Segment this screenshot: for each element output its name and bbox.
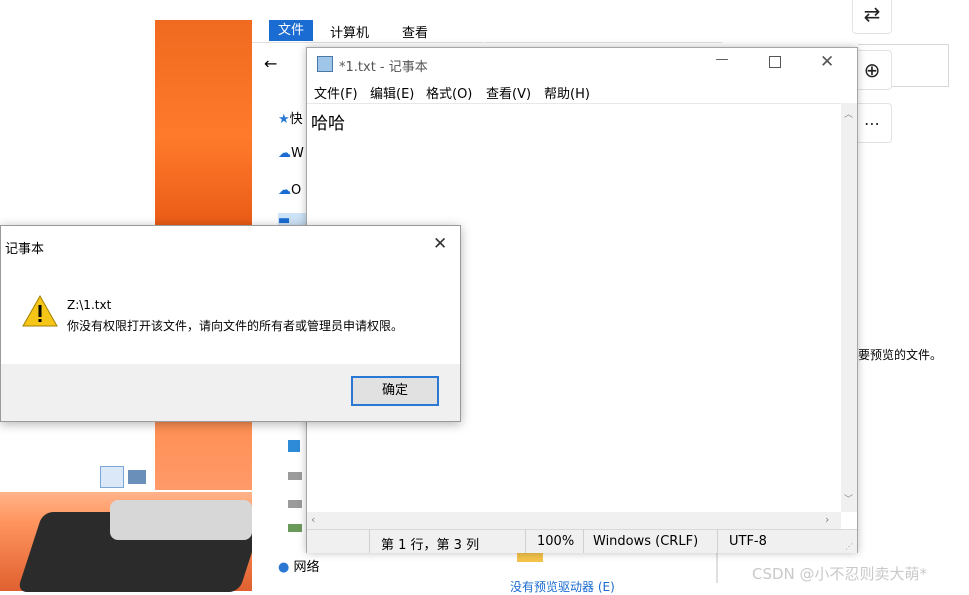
large-icons-view-icon[interactable] bbox=[128, 470, 146, 484]
drive-icon bbox=[288, 500, 302, 508]
dialog-close-button[interactable]: ✕ bbox=[433, 234, 447, 254]
close-button[interactable]: ✕ bbox=[820, 52, 834, 72]
scroll-left-icon[interactable]: ‹ bbox=[311, 513, 315, 526]
search-box-top bbox=[858, 44, 948, 45]
line-ending: Windows (CRLF) bbox=[593, 534, 699, 549]
encoding: UTF-8 bbox=[729, 534, 767, 549]
watermark: CSDN @小不忍则卖大萌* bbox=[752, 565, 928, 583]
dialog-title: 记事本 bbox=[5, 242, 45, 257]
zoom-level: 100% bbox=[537, 534, 575, 549]
menu-edit[interactable]: 编辑(E) bbox=[370, 83, 414, 102]
cursor-position: 第 1 行，第 3 列 bbox=[381, 538, 480, 553]
star-icon: ★ bbox=[278, 112, 290, 127]
zoom-in-icon[interactable]: ⊕ bbox=[852, 50, 892, 90]
drive-icon bbox=[288, 472, 302, 480]
horizontal-scrollbar[interactable]: ‹ › bbox=[307, 512, 841, 529]
drive-icon bbox=[288, 524, 302, 532]
status-divider bbox=[369, 529, 370, 553]
minimize-button[interactable]: — bbox=[712, 52, 732, 72]
details-view-icon[interactable] bbox=[100, 466, 124, 488]
status-divider bbox=[525, 529, 526, 553]
resize-grip-icon[interactable]: ⋰ bbox=[845, 542, 853, 551]
menu-bar: 文件(F) 编辑(E) 格式(O) 查看(V) 帮助(H) bbox=[307, 80, 857, 102]
scroll-right-icon[interactable]: › bbox=[825, 513, 829, 526]
vertical-scrollbar[interactable]: ︿ ﹀ bbox=[841, 103, 857, 512]
nav-item-network[interactable]: ● 网络 bbox=[278, 556, 320, 575]
status-divider bbox=[717, 529, 718, 553]
permission-error-dialog: 记事本 ✕ Z:\1.txt 你没有权限打开该文件，请向文件的所有者或管理员申请… bbox=[0, 225, 461, 422]
more-icon[interactable]: ⋯ bbox=[852, 103, 892, 143]
drive-label[interactable]: 没有预览驱动器 (E) bbox=[510, 578, 615, 595]
wallpaper-keyboard bbox=[110, 500, 252, 540]
maximize-button[interactable] bbox=[769, 56, 781, 68]
scroll-down-icon[interactable]: ﹀ bbox=[844, 492, 853, 505]
menu-view[interactable]: 查看(V) bbox=[486, 83, 531, 102]
windows-drive-icon bbox=[288, 440, 300, 452]
menu-file[interactable]: 文件(F) bbox=[314, 83, 358, 102]
network-icon: ● bbox=[278, 560, 290, 575]
pane-divider bbox=[716, 553, 718, 583]
scroll-up-icon[interactable]: ︿ bbox=[844, 107, 853, 120]
menu-help[interactable]: 帮助(H) bbox=[544, 83, 590, 102]
status-divider bbox=[583, 529, 584, 553]
preview-hint: 要预览的文件。 bbox=[858, 348, 943, 362]
ribbon-tab-view[interactable]: 查看 bbox=[402, 22, 428, 41]
warning-icon bbox=[22, 294, 58, 328]
dialog-message: 你没有权限打开该文件，请向文件的所有者或管理员申请权限。 bbox=[67, 319, 404, 333]
search-box-edge bbox=[948, 44, 949, 87]
window-title: *1.txt - 记事本 bbox=[339, 60, 428, 75]
editor-content: 哈哈 bbox=[311, 114, 345, 134]
notepad-titlebar: *1.txt - 记事本 — ✕ bbox=[307, 48, 857, 80]
dialog-file-path: Z:\1.txt bbox=[67, 298, 112, 312]
cloud-icon: ☁ bbox=[278, 183, 291, 198]
status-bar: 第 1 行，第 3 列 100% Windows (CRLF) UTF-8 ⋰ bbox=[307, 529, 857, 553]
notepad-icon bbox=[317, 56, 333, 72]
swap-icon[interactable]: ⇄ bbox=[852, 0, 892, 34]
ribbon-tab-file[interactable]: 文件 bbox=[269, 20, 313, 41]
ok-button[interactable]: 确定 bbox=[351, 376, 439, 406]
desktop-wallpaper-bottom bbox=[0, 492, 265, 592]
ribbon-divider bbox=[252, 42, 722, 43]
menu-format[interactable]: 格式(O) bbox=[426, 83, 472, 102]
back-arrow-icon[interactable]: ← bbox=[264, 54, 277, 73]
cloud-icon: ☁ bbox=[278, 146, 291, 161]
ribbon-tab-computer[interactable]: 计算机 bbox=[330, 22, 369, 41]
